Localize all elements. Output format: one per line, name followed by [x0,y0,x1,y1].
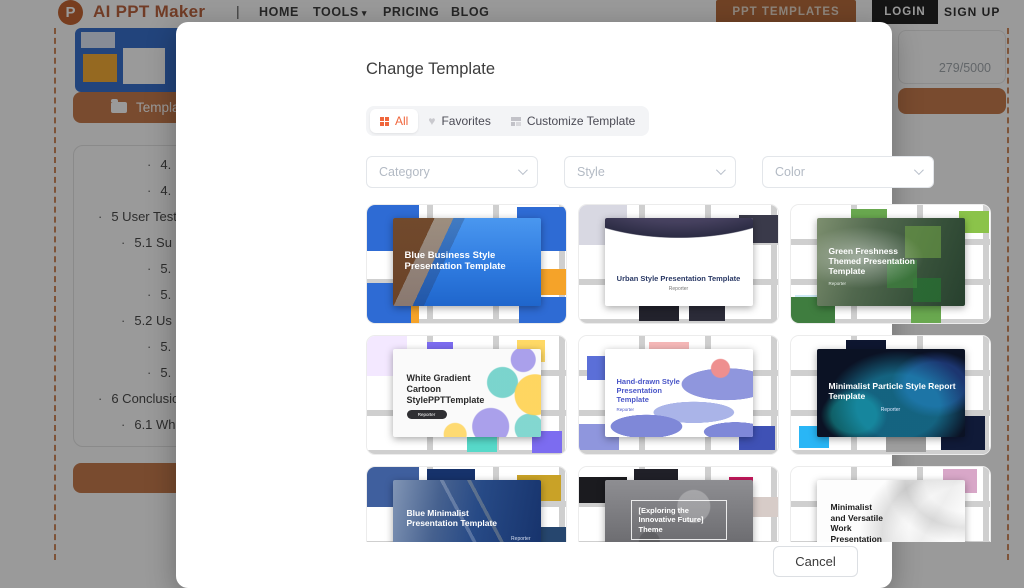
template-title: Minimalist Particle Style Report Templat… [817,349,965,401]
chevron-down-icon [518,165,528,175]
template-title: Urban Style Presentation Template [605,218,753,283]
template-card[interactable]: Urban Style Presentation Template Report… [578,204,779,324]
color-select-placeholder: Color [775,165,805,179]
template-card[interactable]: White Gradient Cartoon StylePPTTemplate … [366,335,567,455]
template-cover: [Exploring the Innovative Future] Theme … [605,480,753,542]
color-select[interactable]: Color [762,156,934,188]
template-cover: Green Freshness Themed Presentation Temp… [817,218,965,306]
template-cover: Blue Minimalist Presentation Template Re… [393,480,541,542]
template-card[interactable]: Blue Business Style Presentation Templat… [366,204,567,324]
template-subtitle: Reporter [817,277,965,286]
style-select[interactable]: Style [564,156,736,188]
template-subtitle: Reporter [817,407,965,413]
heart-icon: ♥ [428,115,435,127]
template-title: Hand-drawn Style Presentation Template [605,349,753,404]
template-card[interactable]: Green Freshness Themed Presentation Temp… [790,204,991,324]
template-title: Blue Minimalist Presentation Template [393,480,541,528]
template-title: Minimalist and Versatile Work Presentati… [817,480,965,542]
chevron-down-icon [914,165,924,175]
template-card[interactable]: Hand-drawn Style Presentation Template R… [578,335,779,455]
template-card[interactable]: Blue Minimalist Presentation Template Re… [366,466,567,542]
template-subtitle: Reporter [605,286,753,292]
style-select-placeholder: Style [577,165,605,179]
template-tabs: All ♥ Favorites Customize Template [366,106,649,136]
template-card[interactable]: Minimalist Particle Style Report Templat… [790,335,991,455]
layout-icon [511,117,521,126]
template-subtitle: Reporter [407,410,447,419]
tab-customize-label: Customize Template [527,114,636,128]
tab-all-label: All [395,114,408,128]
grid-icon [380,117,389,126]
template-title: White Gradient Cartoon StylePPTTemplate [393,349,541,405]
cancel-button[interactable]: Cancel [773,546,858,577]
tab-favorites[interactable]: ♥ Favorites [418,109,500,133]
template-card[interactable]: [Exploring the Innovative Future] Theme … [578,466,779,542]
category-select-placeholder: Category [379,165,430,179]
template-subtitle: Reporter [393,528,541,542]
tab-customize-template[interactable]: Customize Template [501,109,646,133]
template-cover: Hand-drawn Style Presentation Template R… [605,349,753,437]
template-cover: Urban Style Presentation Template Report… [605,218,753,306]
modal-title: Change Template [366,60,495,79]
template-cover: Minimalist Particle Style Report Templat… [817,349,965,437]
template-card[interactable]: Minimalist and Versatile Work Presentati… [790,466,991,542]
template-title: [Exploring the Innovative Future] Theme [631,500,727,540]
change-template-modal: Change Template × All ♥ Favorites Custom… [176,22,892,588]
template-title: Blue Business Style Presentation Templat… [393,218,541,272]
filter-row: Category Style Color [366,156,934,188]
tab-favorites-label: Favorites [441,114,490,128]
template-grid: Blue Business Style Presentation Templat… [366,204,991,542]
tab-all[interactable]: All [370,109,418,133]
template-cover: Minimalist and Versatile Work Presentati… [817,480,965,542]
template-cover: Blue Business Style Presentation Templat… [393,218,541,306]
template-cover: White Gradient Cartoon StylePPTTemplate … [393,349,541,437]
chevron-down-icon [716,165,726,175]
template-title: Green Freshness Themed Presentation Temp… [817,218,965,277]
template-subtitle: Reporter [605,404,753,412]
page: P AI PPT Maker | HOME TOOLS▾ PRICING BLO… [0,0,1024,588]
category-select[interactable]: Category [366,156,538,188]
